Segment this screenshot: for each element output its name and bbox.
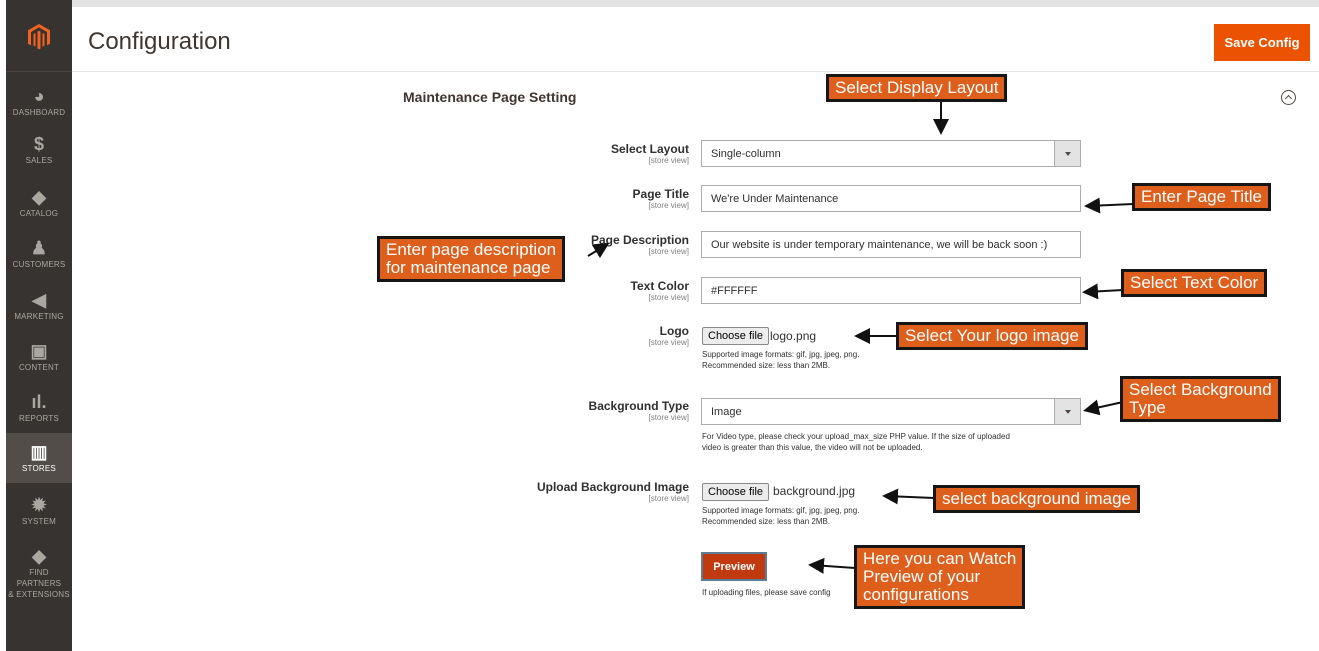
annotation-arrows	[587, 102, 1134, 574]
callout-preview: Here you can Watch Preview of your confi…	[854, 545, 1026, 609]
callout-logo: Select Your logo image	[896, 322, 1088, 350]
arrow-background-type	[1083, 399, 1124, 416]
arrow-description	[587, 242, 610, 259]
callout-background-image: select background image	[933, 485, 1141, 513]
arrow-preview	[808, 557, 856, 574]
callout-text-color: Select Text Color	[1121, 269, 1268, 297]
arrow-page-title	[1084, 197, 1134, 214]
callout-page-title: Enter Page Title	[1132, 183, 1271, 211]
admin-page: ◕ DASHBOARD $ SALES ◆ CATALOG ♟ CUSTOMER…	[0, 0, 1319, 651]
arrow-background-image	[882, 488, 935, 505]
arrow-text-color	[1082, 283, 1124, 300]
callout-background-type: Select Background Type	[1120, 376, 1281, 422]
callout-display-layout: Select Display Layout	[826, 74, 1008, 102]
callout-page-description: Enter page description for maintenance p…	[377, 236, 566, 282]
